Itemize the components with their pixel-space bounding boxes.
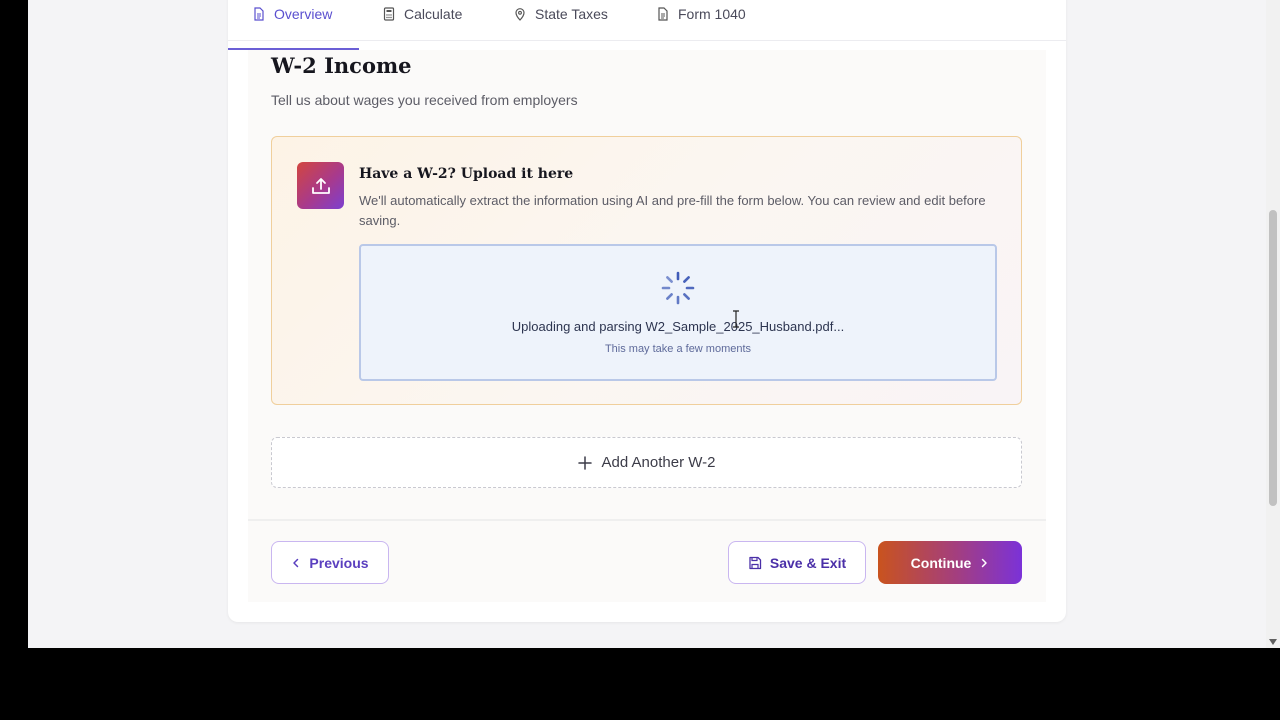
calculator-icon: [383, 6, 395, 21]
upload-description: We'll automatically extract the informat…: [359, 193, 986, 228]
upload-heading: Have a W-2? Upload it here: [359, 166, 574, 182]
page-title: W-2 Income: [271, 53, 412, 78]
previous-button[interactable]: Previous: [271, 541, 389, 584]
text-cursor-icon: [733, 310, 739, 328]
previous-label: Previous: [309, 554, 369, 571]
tab-form-1040[interactable]: Form 1040: [656, 0, 746, 41]
add-another-w2-label: Add Another W-2: [601, 454, 716, 471]
tab-state-taxes-label: State Taxes: [535, 5, 608, 22]
tab-state-taxes[interactable]: State Taxes: [513, 0, 608, 41]
save-exit-label: Save & Exit: [769, 554, 847, 571]
upload-status-subtext: This may take a few moments: [604, 343, 752, 355]
chevron-right-icon: [982, 558, 988, 567]
page-subtitle: Tell us about wages you received from em…: [271, 92, 578, 108]
tab-overview-label: Overview: [274, 5, 333, 22]
upload-dropzone[interactable]: Uploading and parsing W2_Sample_2025_Hus…: [359, 244, 997, 381]
upload-icon: [311, 177, 330, 194]
loading-spinner-icon: [661, 271, 695, 305]
footer-divider: [248, 519, 1046, 521]
tab-overview[interactable]: Overview: [252, 0, 332, 41]
continue-button[interactable]: Continue: [878, 541, 1022, 584]
w2-upload-panel: Have a W-2? Upload it here We'll automat…: [271, 136, 1022, 405]
vertical-scrollbar[interactable]: [1266, 0, 1280, 648]
plus-icon: [577, 455, 592, 470]
tab-calculate[interactable]: Calculate: [382, 0, 462, 41]
chevron-left-icon: [293, 558, 299, 567]
scrollbar-thumb[interactable]: [1269, 210, 1277, 506]
tab-calculate-label: Calculate: [404, 5, 463, 22]
map-pin-icon: [515, 7, 525, 21]
save-exit-button[interactable]: Save & Exit: [728, 541, 866, 584]
tab-bar: Overview Calculate State Taxes Form 1040: [228, 0, 1066, 50]
scroll-down-arrow-icon[interactable]: [1269, 639, 1277, 645]
continue-label: Continue: [910, 554, 972, 571]
w2-income-card: Overview Calculate State Taxes Form 1040…: [228, 0, 1066, 622]
upload-status-text: Uploading and parsing W2_Sample_2025_Hus…: [511, 319, 845, 334]
file-icon: [658, 6, 668, 21]
upload-icon-tile: [297, 162, 344, 209]
document-icon: [254, 6, 264, 21]
tab-form-1040-label: Form 1040: [678, 5, 746, 22]
browser-viewport: Overview Calculate State Taxes Form 1040…: [28, 0, 1266, 648]
save-icon: [749, 556, 762, 569]
add-another-w2-button[interactable]: Add Another W-2: [271, 437, 1022, 488]
